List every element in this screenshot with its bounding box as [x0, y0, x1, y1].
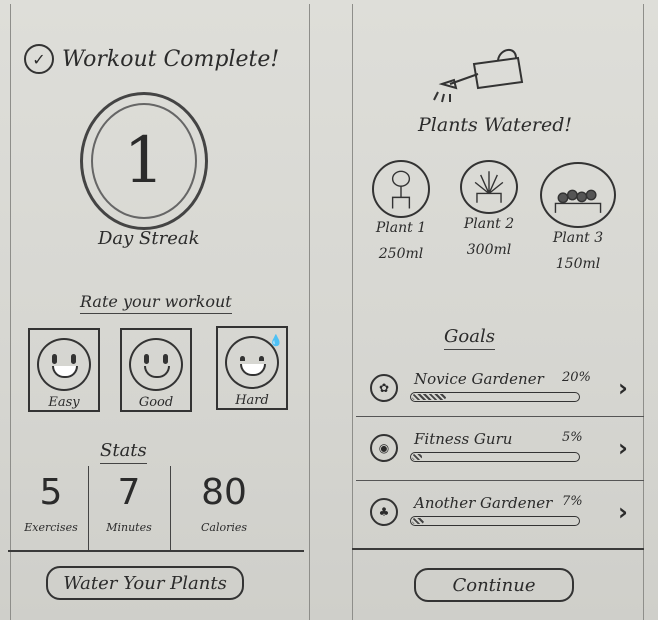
rate-easy-label: Easy [48, 395, 80, 410]
goal-progress-fill [412, 518, 424, 524]
goal-progress-fill [412, 394, 446, 400]
stat-exercises: 5 Exercises [20, 472, 82, 552]
plant-2-icon [460, 160, 518, 214]
plants-watered-title: Plants Watered! [418, 114, 573, 136]
footer-divider [352, 548, 644, 550]
streak-badge: 1 [80, 92, 208, 230]
stat-value: 5 [39, 472, 63, 513]
plant-amount: 300ml [466, 242, 512, 258]
goal-name: Another Gardener [414, 494, 553, 512]
plant-1-icon [372, 160, 430, 218]
fitness-icon: ◉ [370, 434, 398, 462]
workout-header: ✓ Workout Complete! [24, 44, 279, 74]
gardener-icon: ♣ [370, 498, 398, 526]
chevron-right-icon[interactable]: › [618, 374, 628, 402]
rate-easy-button[interactable]: Easy [28, 328, 100, 412]
stat-minutes: 7 Minutes [96, 472, 162, 552]
garden-icon: ✿ [370, 374, 398, 402]
goal-progress-bar [410, 452, 580, 462]
plant-3-card: Plant 3 150ml [540, 162, 616, 272]
smile-face-icon [37, 338, 91, 391]
water-plants-button[interactable]: Water Your Plants [46, 566, 244, 600]
stat-divider [88, 466, 89, 550]
rate-workout-label: Rate your workout [80, 292, 232, 314]
stats-title: Stats [100, 440, 147, 464]
goal-progress-bar [410, 516, 580, 526]
continue-button[interactable]: Continue [414, 568, 574, 602]
goal-percent: 5% [562, 430, 583, 445]
stat-value: 80 [201, 472, 247, 513]
plant-name: Plant 1 [375, 220, 427, 236]
stat-value: 7 [117, 472, 141, 513]
goal-name: Fitness Guru [414, 430, 513, 448]
goal-progress-bar [410, 392, 580, 402]
stat-label: Minutes [106, 521, 152, 534]
rate-good-label: Good [138, 395, 174, 410]
plant-3-icon [540, 162, 616, 228]
stat-divider [170, 466, 171, 550]
rate-hard-label: Hard [235, 393, 269, 408]
plant-name: Plant 2 [463, 216, 515, 232]
goal-row-another-gardener[interactable]: ♣ Another Gardener 7% › [356, 488, 644, 550]
check-icon: ✓ [24, 44, 54, 74]
plant-name: Plant 3 [552, 230, 604, 246]
goal-progress-fill [412, 454, 423, 460]
page-title: Workout Complete! [62, 46, 280, 72]
plant-1-card: Plant 1 250ml [372, 160, 430, 262]
goal-percent: 7% [562, 494, 583, 509]
footer-divider [8, 550, 304, 552]
goal-divider [356, 416, 644, 417]
plant-amount: 150ml [555, 256, 601, 272]
streak-number: 1 [123, 124, 165, 198]
rate-good-button[interactable]: Good [120, 328, 192, 412]
goal-percent: 20% [562, 370, 591, 385]
smile-face-icon [129, 338, 183, 391]
stat-calories: 80 Calories [186, 472, 262, 552]
rate-hard-button[interactable]: 💧 Hard [216, 326, 288, 410]
stat-label: Calories [200, 521, 248, 534]
chevron-right-icon[interactable]: › [618, 434, 628, 462]
goal-row-fitness-guru[interactable]: ◉ Fitness Guru 5% › [356, 424, 644, 486]
streak-label: Day Streak [98, 228, 200, 249]
sweat-face-icon: 💧 [225, 334, 283, 389]
goal-name: Novice Gardener [414, 370, 544, 388]
stat-label: Exercises [24, 521, 78, 534]
plant-amount: 250ml [378, 246, 424, 262]
goal-divider [356, 480, 644, 481]
watering-can-icon [433, 49, 524, 103]
goals-title: Goals [444, 326, 495, 350]
chevron-right-icon[interactable]: › [618, 498, 628, 526]
plant-2-card: Plant 2 300ml [460, 160, 518, 258]
